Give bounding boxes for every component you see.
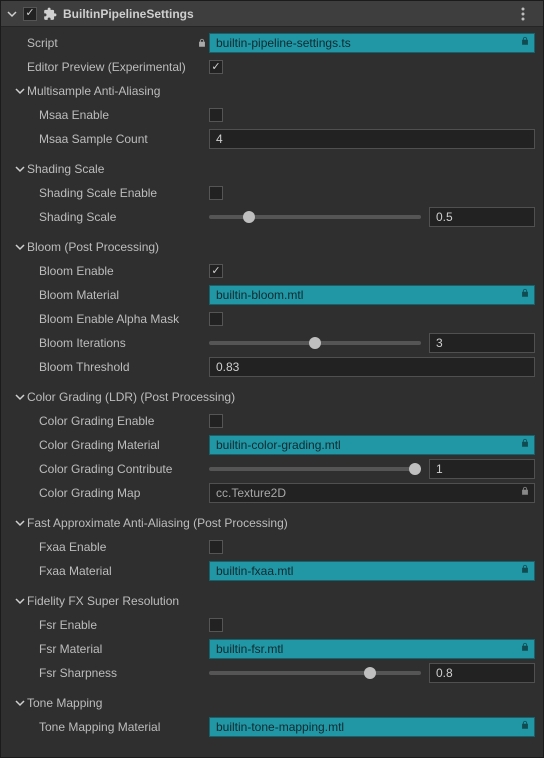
bloom-threshold-value: 0.83 (216, 360, 239, 374)
color-grading-material-value: builtin-color-grading.mtl (216, 438, 341, 452)
collapse-chevron-icon[interactable] (7, 9, 21, 19)
component-puzzle-icon (43, 7, 57, 21)
lock-icon (520, 642, 530, 652)
color-grading-map-label: Color Grading Map (39, 486, 140, 500)
chevron-down-icon[interactable] (15, 392, 27, 402)
shading-scale-label: Shading Scale (39, 210, 116, 224)
color-grading-map-value: cc.Texture2D (216, 486, 286, 500)
bloom-material-value: builtin-bloom.mtl (216, 288, 303, 302)
bloom-threshold-field[interactable]: 0.83 (209, 357, 535, 377)
lock-icon (520, 36, 530, 46)
msaa-count-field[interactable]: 4 (209, 129, 535, 149)
shading-scale-section-label[interactable]: Shading Scale (27, 162, 104, 176)
chevron-down-icon[interactable] (15, 164, 27, 174)
fsr-sharpness-slider[interactable]: 0.8 (209, 663, 535, 683)
bloom-material-label: Bloom Material (39, 288, 119, 302)
fxaa-section-label[interactable]: Fast Approximate Anti-Aliasing (Post Pro… (27, 516, 288, 530)
bloom-alpha-mask-label: Bloom Enable Alpha Mask (39, 312, 179, 326)
chevron-down-icon[interactable] (15, 698, 27, 708)
color-grading-section-label[interactable]: Color Grading (LDR) (Post Processing) (27, 390, 235, 404)
fsr-sharpness-label: Fsr Sharpness (39, 666, 117, 680)
lock-icon (520, 438, 530, 448)
slider-knob[interactable] (243, 211, 255, 223)
color-grading-enable-label: Color Grading Enable (39, 414, 154, 428)
slider-knob[interactable] (364, 667, 376, 679)
fsr-material-label: Fsr Material (39, 642, 102, 656)
fsr-sharpness-value-field[interactable]: 0.8 (429, 663, 535, 683)
bloom-enable-checkbox[interactable] (209, 264, 223, 278)
component-body: Script builtin-pipeline-settings.ts Ed (1, 27, 543, 749)
tone-mapping-material-value: builtin-tone-mapping.mtl (216, 720, 344, 734)
chevron-down-icon[interactable] (15, 86, 27, 96)
lock-icon (520, 720, 530, 730)
fxaa-enable-label: Fxaa Enable (39, 540, 106, 554)
script-asset-value: builtin-pipeline-settings.ts (216, 36, 351, 50)
chevron-down-icon[interactable] (15, 518, 27, 528)
fxaa-enable-checkbox[interactable] (209, 540, 223, 554)
msaa-section-label[interactable]: Multisample Anti-Aliasing (27, 84, 160, 98)
bloom-iterations-value-field[interactable]: 3 (429, 333, 535, 353)
script-label: Script (27, 36, 58, 50)
tone-mapping-material-label: Tone Mapping Material (39, 720, 160, 734)
msaa-enable-checkbox[interactable] (209, 108, 223, 122)
bloom-iterations-value: 3 (436, 336, 443, 350)
bloom-iterations-label: Bloom Iterations (39, 336, 126, 350)
lock-icon (520, 288, 530, 298)
bloom-enable-label: Bloom Enable (39, 264, 114, 278)
color-grading-contribute-value: 1 (436, 462, 443, 476)
msaa-count-label: Msaa Sample Count (39, 132, 148, 146)
msaa-count-value: 4 (216, 132, 223, 146)
shading-scale-slider[interactable]: 0.5 (209, 207, 535, 227)
fsr-enable-checkbox[interactable] (209, 618, 223, 632)
component-title: BuiltinPipelineSettings (63, 7, 521, 21)
lock-icon (520, 564, 530, 574)
shading-scale-value-field[interactable]: 0.5 (429, 207, 535, 227)
editor-preview-checkbox[interactable] (209, 60, 223, 74)
editor-preview-label: Editor Preview (Experimental) (27, 60, 186, 74)
fsr-sharpness-value: 0.8 (436, 666, 453, 680)
slider-knob[interactable] (309, 337, 321, 349)
bloom-alpha-mask-checkbox[interactable] (209, 312, 223, 326)
script-lock-icon (195, 36, 209, 50)
tone-mapping-section-label[interactable]: Tone Mapping (27, 696, 102, 710)
inspector-panel: BuiltinPipelineSettings Script builtin-p… (0, 0, 544, 758)
color-grading-contribute-value-field[interactable]: 1 (429, 459, 535, 479)
fxaa-material-value: builtin-fxaa.mtl (216, 564, 293, 578)
lock-icon (520, 486, 530, 496)
fsr-section-label[interactable]: Fidelity FX Super Resolution (27, 594, 179, 608)
fsr-material-field[interactable]: builtin-fsr.mtl (209, 639, 535, 659)
slider-knob[interactable] (409, 463, 421, 475)
fxaa-material-field[interactable]: builtin-fxaa.mtl (209, 561, 535, 581)
color-grading-enable-checkbox[interactable] (209, 414, 223, 428)
bloom-material-field[interactable]: builtin-bloom.mtl (209, 285, 535, 305)
component-header[interactable]: BuiltinPipelineSettings (1, 1, 543, 27)
shading-scale-enable-checkbox[interactable] (209, 186, 223, 200)
bloom-iterations-slider[interactable]: 3 (209, 333, 535, 353)
component-enable-checkbox[interactable] (23, 7, 37, 21)
fsr-enable-label: Fsr Enable (39, 618, 97, 632)
shading-scale-enable-label: Shading Scale Enable (39, 186, 157, 200)
tone-mapping-material-field[interactable]: builtin-tone-mapping.mtl (209, 717, 535, 737)
chevron-down-icon[interactable] (15, 242, 27, 252)
chevron-down-icon[interactable] (15, 596, 27, 606)
color-grading-material-label: Color Grading Material (39, 438, 160, 452)
fxaa-material-label: Fxaa Material (39, 564, 112, 578)
msaa-enable-label: Msaa Enable (39, 108, 109, 122)
bloom-threshold-label: Bloom Threshold (39, 360, 130, 374)
component-menu-icon[interactable] (521, 7, 537, 21)
script-asset-field[interactable]: builtin-pipeline-settings.ts (209, 33, 535, 53)
fsr-material-value: builtin-fsr.mtl (216, 642, 283, 656)
color-grading-map-field[interactable]: cc.Texture2D (209, 483, 535, 503)
shading-scale-value: 0.5 (436, 210, 453, 224)
color-grading-contribute-label: Color Grading Contribute (39, 462, 172, 476)
color-grading-contribute-slider[interactable]: 1 (209, 459, 535, 479)
bloom-section-label[interactable]: Bloom (Post Processing) (27, 240, 159, 254)
color-grading-material-field[interactable]: builtin-color-grading.mtl (209, 435, 535, 455)
